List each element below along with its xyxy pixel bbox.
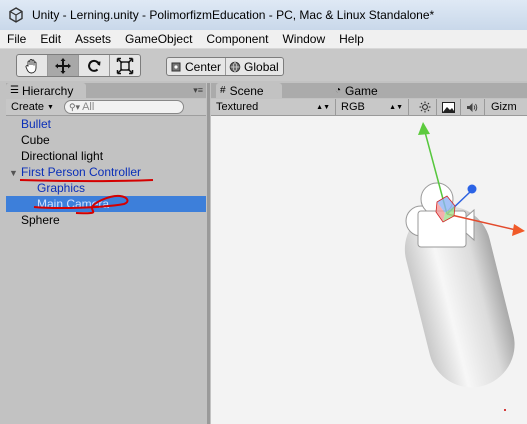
scale-tool-button[interactable] (110, 55, 140, 76)
scene-render (404, 122, 525, 411)
color-mode-dropdown[interactable]: RGB ▲▼ (336, 99, 409, 115)
panel-splitter[interactable] (207, 83, 210, 424)
menu-window[interactable]: Window (275, 32, 332, 46)
unity-logo-icon (9, 7, 23, 23)
x-axis-arrow[interactable] (512, 224, 525, 236)
marker-dot (504, 409, 506, 411)
rotate-tool-icon (88, 59, 101, 72)
space-global-button[interactable]: Global (226, 58, 283, 75)
transform-tools (16, 54, 141, 77)
lighting-toggle[interactable] (413, 99, 437, 115)
scene-tab-bar: # Scene ◔ Game (211, 83, 527, 98)
sun-icon (419, 101, 430, 113)
pacman-icon: ◔ (335, 85, 342, 96)
menu-gameobject[interactable]: GameObject (118, 32, 199, 46)
chevron-updown-icon: ▲▼ (316, 103, 330, 111)
underline-annotation (19, 179, 154, 183)
render-mode-dropdown[interactable]: Textured ▲▼ (211, 99, 336, 115)
audio-toggle[interactable] (461, 99, 485, 115)
image-icon (442, 101, 455, 113)
pivot-center-button[interactable]: Center (167, 58, 227, 75)
move-tool-button[interactable] (48, 55, 79, 76)
scene-tab-label: Scene (229, 83, 264, 98)
image-effects-toggle[interactable] (437, 99, 461, 115)
globe-icon (229, 61, 241, 72)
menu-component[interactable]: Component (199, 32, 275, 46)
scene-panel: # Scene ◔ Game Textured ▲▼ RGB ▲▼ Gizm (211, 83, 527, 424)
hierarchy-panel: ☰ Hierarchy ▾≡ Create ▼ ⚲▾ All Bullet Cu… (6, 83, 206, 424)
menu-help[interactable]: Help (332, 32, 371, 46)
hand-tool-button[interactable] (17, 55, 48, 76)
gizmos-label: Gizm (491, 101, 517, 113)
pivot-center-label: Center (185, 59, 222, 74)
rotate-tool-button[interactable] (79, 55, 110, 76)
scene-viewport[interactable] (211, 116, 527, 424)
space-global-label: Global (244, 59, 279, 74)
chevron-updown-icon: ▲▼ (389, 103, 403, 111)
title-bar: Unity - Lerning.unity - PolimorfizmEduca… (0, 0, 527, 30)
menu-bar: File Edit Assets GameObject Component Wi… (0, 30, 527, 49)
render-mode-label: Textured (216, 101, 259, 113)
move-tool-icon (55, 57, 71, 74)
pivot-toggle-group: Center Global (166, 57, 284, 76)
window-title: Unity - Lerning.unity - PolimorfizmEduca… (32, 8, 435, 22)
menu-assets[interactable]: Assets (68, 32, 118, 46)
annotation-overlay (19, 179, 154, 215)
pivot-center-icon (171, 62, 181, 71)
circle-annotation (33, 194, 129, 215)
hand-tool-icon (25, 58, 37, 73)
menu-edit[interactable]: Edit (33, 32, 68, 46)
z-axis-handle[interactable] (467, 184, 477, 194)
gizmos-dropdown[interactable]: Gizm (485, 99, 522, 115)
color-mode-label: RGB (341, 101, 365, 113)
main-toolbar: Center Global (0, 49, 527, 81)
menu-file[interactable]: File (0, 32, 33, 46)
y-axis-arrow[interactable] (418, 122, 430, 135)
tab-game[interactable]: ◔ Game (331, 83, 378, 98)
speaker-icon (467, 102, 478, 112)
scene-toolbar: Textured ▲▼ RGB ▲▼ Gizm (211, 99, 527, 116)
game-tab-label: Game (345, 83, 378, 98)
tab-scene[interactable]: # Scene (216, 83, 282, 98)
scale-tool-icon (116, 57, 134, 74)
grid-icon: # (220, 85, 226, 96)
